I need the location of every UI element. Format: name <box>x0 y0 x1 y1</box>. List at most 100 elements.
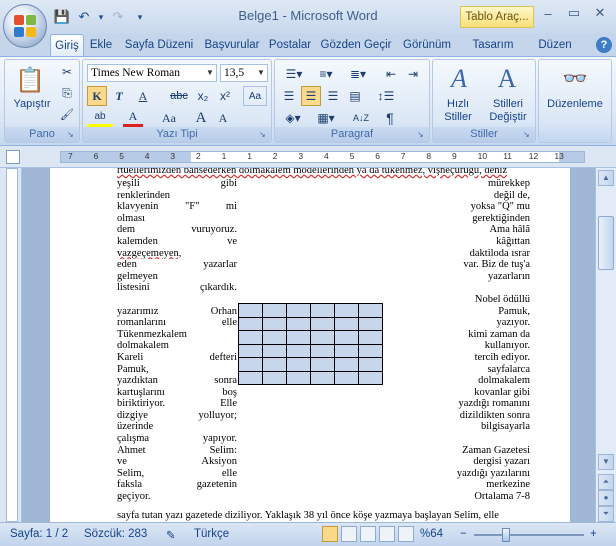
table-cell[interactable] <box>262 316 287 331</box>
tab-mailings[interactable]: Postalar <box>266 34 314 56</box>
font-name-dropdown-icon[interactable]: ▼ <box>204 65 216 81</box>
table-cell[interactable] <box>238 316 263 331</box>
scroll-up-icon[interactable]: ▲ <box>598 170 614 186</box>
minimize-button[interactable]: – <box>536 4 560 22</box>
binoculars-icon[interactable]: 👓 <box>559 64 591 92</box>
table-cell[interactable] <box>358 330 383 345</box>
table-row[interactable] <box>238 357 383 372</box>
table-cell[interactable] <box>310 330 335 345</box>
tab-design[interactable]: Tasarım <box>467 34 519 56</box>
justify-icon[interactable]: ▤ <box>345 86 365 106</box>
table-cell[interactable] <box>358 303 383 318</box>
table-row[interactable] <box>238 330 383 345</box>
zoom-slider-thumb[interactable] <box>502 528 510 542</box>
table-cell[interactable] <box>358 370 383 385</box>
document-page[interactable]: rtüellerimizden bahsederken dolmakalem m… <box>50 168 570 522</box>
browse-object-icon[interactable]: ● <box>598 490 614 506</box>
change-styles-icon[interactable]: A <box>487 62 527 96</box>
underline-button[interactable]: A <box>133 86 153 106</box>
draft-view-icon[interactable] <box>398 526 414 542</box>
tab-references[interactable]: Başvurular <box>200 34 264 56</box>
subscript-button[interactable]: x₂ <box>193 86 213 106</box>
zoom-slider-track[interactable] <box>474 534 584 536</box>
bold-button[interactable]: K <box>87 86 107 106</box>
change-styles-button[interactable]: Stilleri Değiştir <box>483 98 533 124</box>
tab-insert[interactable]: Ekle <box>86 34 116 56</box>
tab-page-layout[interactable]: Sayfa Düzeni <box>121 34 197 56</box>
table-cell[interactable] <box>334 343 359 358</box>
table-cell[interactable] <box>286 316 311 331</box>
font-size-dropdown-icon[interactable]: ▼ <box>255 65 267 81</box>
table-cell[interactable] <box>286 370 311 385</box>
paragraph-launcher-icon[interactable]: ↘ <box>417 130 427 140</box>
table-cell[interactable] <box>334 330 359 345</box>
tab-selector-icon[interactable] <box>6 150 20 164</box>
clear-formatting-button[interactable]: Aa <box>243 86 267 106</box>
next-page-icon[interactable]: ⏷ <box>598 506 614 522</box>
align-right-icon[interactable]: ☰ <box>323 86 343 106</box>
quick-styles-button[interactable]: Hızlı Stiller <box>433 98 483 124</box>
vertical-ruler[interactable] <box>0 168 22 522</box>
table-cell[interactable] <box>238 370 263 385</box>
table-cell[interactable] <box>238 303 263 318</box>
table-cell[interactable] <box>334 316 359 331</box>
styles-launcher-icon[interactable]: ↘ <box>523 130 533 140</box>
paste-icon[interactable]: 📋 <box>15 64 45 96</box>
table-row[interactable] <box>238 316 383 331</box>
inserted-table[interactable] <box>238 303 383 385</box>
borders-icon[interactable]: ▦▾ <box>311 108 341 128</box>
sort-button[interactable]: A↓Z <box>347 108 375 128</box>
scroll-down-icon[interactable]: ▼ <box>598 454 614 470</box>
table-cell[interactable] <box>310 370 335 385</box>
shrink-font-button[interactable]: A <box>213 108 233 128</box>
help-icon[interactable]: ? <box>596 37 612 53</box>
table-cell[interactable] <box>262 370 287 385</box>
paste-button[interactable]: Yapıştır <box>7 98 57 110</box>
word-count[interactable]: Sözcük: 283 <box>84 528 147 540</box>
increase-indent-icon[interactable]: ⇥ <box>403 64 423 84</box>
tab-home[interactable]: Giriş <box>50 34 84 56</box>
editing-button[interactable]: Düzenleme <box>539 98 611 110</box>
scroll-thumb[interactable] <box>598 216 614 270</box>
superscript-button[interactable]: x² <box>215 86 235 106</box>
decrease-indent-icon[interactable]: ⇤ <box>381 64 401 84</box>
table-cell[interactable] <box>334 303 359 318</box>
table-cell[interactable] <box>262 303 287 318</box>
numbering-icon[interactable]: ≡▾ <box>311 64 341 84</box>
table-cell[interactable] <box>310 303 335 318</box>
table-cell[interactable] <box>310 316 335 331</box>
zoom-in-button[interactable]: + <box>590 528 597 540</box>
document-area[interactable]: rtüellerimizden bahsederken dolmakalem m… <box>22 168 595 522</box>
table-row[interactable] <box>238 343 383 358</box>
grow-font-button[interactable]: A <box>191 108 211 128</box>
bullets-icon[interactable]: ☰▾ <box>279 64 309 84</box>
table-cell[interactable] <box>310 357 335 372</box>
table-cell[interactable] <box>358 357 383 372</box>
strikethrough-button[interactable]: abc <box>167 86 191 106</box>
table-cell[interactable] <box>286 303 311 318</box>
highlight-button[interactable]: ab <box>87 108 113 128</box>
copy-icon[interactable]: ⎘ <box>57 83 77 103</box>
table-cell[interactable] <box>262 343 287 358</box>
office-button[interactable] <box>3 4 47 48</box>
change-case-button[interactable]: Aa <box>155 108 183 128</box>
zoom-out-button[interactable]: − <box>460 528 467 540</box>
horizontal-ruler[interactable]: 7 6 5 4 3 2 1 1 2 3 4 5 6 7 8 9 10 11 12 13 <box>0 146 616 310</box>
table-cell[interactable] <box>310 343 335 358</box>
table-cell[interactable] <box>262 330 287 345</box>
line-spacing-icon[interactable]: ↕☰ <box>371 86 401 106</box>
zoom-level[interactable]: %64 <box>420 528 443 540</box>
italic-button[interactable]: T <box>109 86 129 106</box>
proofing-icon[interactable]: ✎ <box>166 528 176 542</box>
language[interactable]: Türkçe <box>194 528 229 540</box>
print-layout-view-icon[interactable] <box>322 526 338 542</box>
table-cell[interactable] <box>334 370 359 385</box>
vertical-scrollbar[interactable]: ▲ ▼ ⏶ ● ⏷ <box>595 168 616 522</box>
close-button[interactable]: ✕ <box>588 4 612 22</box>
table-cell[interactable] <box>286 343 311 358</box>
table-cell[interactable] <box>334 357 359 372</box>
previous-page-icon[interactable]: ⏶ <box>598 474 614 490</box>
outline-view-icon[interactable] <box>379 526 395 542</box>
table-cell[interactable] <box>286 357 311 372</box>
table-cell[interactable] <box>286 330 311 345</box>
